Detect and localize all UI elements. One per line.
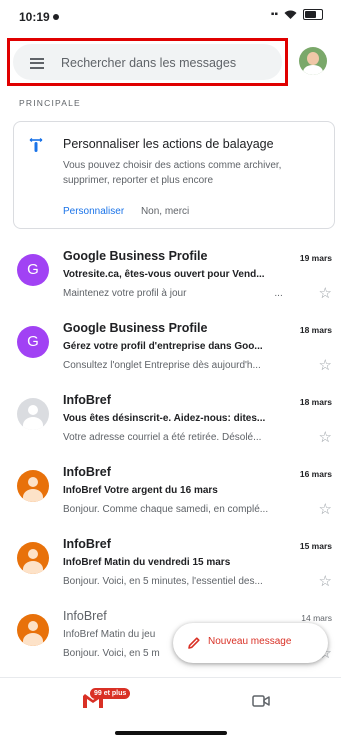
email-sender: Google Business Profile: [63, 249, 208, 263]
status-bar: 10:19 ▪▪: [0, 0, 341, 34]
email-row[interactable]: InfoBref 18 mars Vous êtes désinscrit-e.…: [0, 388, 341, 460]
star-icon[interactable]: ☆: [319, 428, 332, 446]
email-preview: Bonjour. Voici, en 5 minutes, l'essentie…: [63, 576, 263, 587]
search-input[interactable]: Rechercher dans les messages: [61, 56, 236, 70]
video-camera-icon[interactable]: [252, 694, 270, 708]
email-date: 14 mars: [301, 613, 332, 623]
unread-badge: 99 et plus: [90, 688, 131, 699]
email-row[interactable]: G Google Business Profile 18 mars Gérez …: [0, 316, 341, 388]
swipe-gesture-icon: [29, 138, 43, 152]
wifi-icon: [284, 10, 297, 19]
email-date: 16 mars: [299, 469, 332, 479]
email-preview: Consultez l'onglet Entreprise dès aujour…: [63, 360, 261, 371]
nav-mail-tab[interactable]: 99 et plus: [83, 688, 139, 716]
email-subject: InfoBref Votre argent du 16 mars: [63, 485, 218, 496]
compose-button[interactable]: Nouveau message: [173, 623, 328, 663]
account-avatar[interactable]: [299, 47, 327, 75]
sender-avatar: [17, 614, 49, 646]
status-time: 10:19: [19, 10, 59, 24]
email-row[interactable]: InfoBref 16 mars InfoBref Votre argent d…: [0, 460, 341, 532]
email-sender: InfoBref: [63, 393, 111, 407]
section-label: PRINCIPALE: [19, 98, 81, 108]
email-date: 19 mars: [299, 253, 332, 263]
email-subject: Votresite.ca, êtes-vous ouvert pour Vend…: [63, 269, 265, 280]
search-bar[interactable]: Rechercher dans les messages: [13, 44, 282, 80]
email-sender: InfoBref: [63, 609, 107, 623]
star-icon[interactable]: ☆: [319, 572, 332, 590]
email-subject: Vous êtes désinscrit-e. Aidez-nous: dite…: [63, 413, 266, 424]
sender-avatar: [17, 542, 49, 574]
sender-avatar: G: [17, 326, 49, 358]
customize-button[interactable]: Personnaliser: [63, 206, 124, 217]
home-indicator: [115, 731, 227, 735]
dismiss-button[interactable]: Non, merci: [141, 206, 189, 217]
email-date: 18 mars: [299, 397, 332, 407]
compose-label: Nouveau message: [208, 636, 292, 647]
card-title: Personnaliser les actions de balayage: [63, 137, 274, 151]
sender-avatar: [17, 470, 49, 502]
swipe-actions-card: Personnaliser les actions de balayage Vo…: [13, 121, 335, 229]
menu-icon[interactable]: [30, 58, 44, 69]
status-icons: ▪▪: [271, 9, 323, 20]
sender-avatar: G: [17, 254, 49, 286]
search-highlight-box: Rechercher dans les messages: [7, 38, 288, 86]
star-icon[interactable]: ☆: [319, 500, 332, 518]
email-subject: Gérez votre profil d'entreprise dans Goo…: [63, 341, 263, 352]
email-sender: Google Business Profile: [63, 321, 208, 335]
email-preview: Votre adresse courriel a été retirée. Dé…: [63, 432, 262, 443]
battery-icon: [303, 9, 323, 20]
star-icon[interactable]: ☆: [319, 284, 332, 302]
pencil-icon: [188, 637, 200, 649]
cellular-icon: ▪▪: [270, 9, 278, 20]
email-date: 15 mars: [299, 541, 332, 551]
card-description: Vous pouvez choisir des actions comme ar…: [63, 160, 282, 186]
email-sender: InfoBref: [63, 537, 111, 551]
card-actions: Personnaliser Non, merci: [63, 206, 189, 217]
email-preview: Maintenez votre profil à jour...: [63, 288, 283, 299]
star-icon[interactable]: ☆: [319, 356, 332, 374]
email-subject: InfoBref Matin du vendredi 15 mars: [63, 557, 231, 568]
email-date: 18 mars: [299, 325, 332, 335]
email-preview: Bonjour. Comme chaque samedi, en complé.…: [63, 504, 269, 515]
sender-avatar: [17, 398, 49, 430]
email-row[interactable]: G Google Business Profile 19 mars Votres…: [0, 244, 341, 316]
email-sender: InfoBref: [63, 465, 111, 479]
email-row[interactable]: InfoBref 15 mars InfoBref Matin du vendr…: [0, 532, 341, 604]
